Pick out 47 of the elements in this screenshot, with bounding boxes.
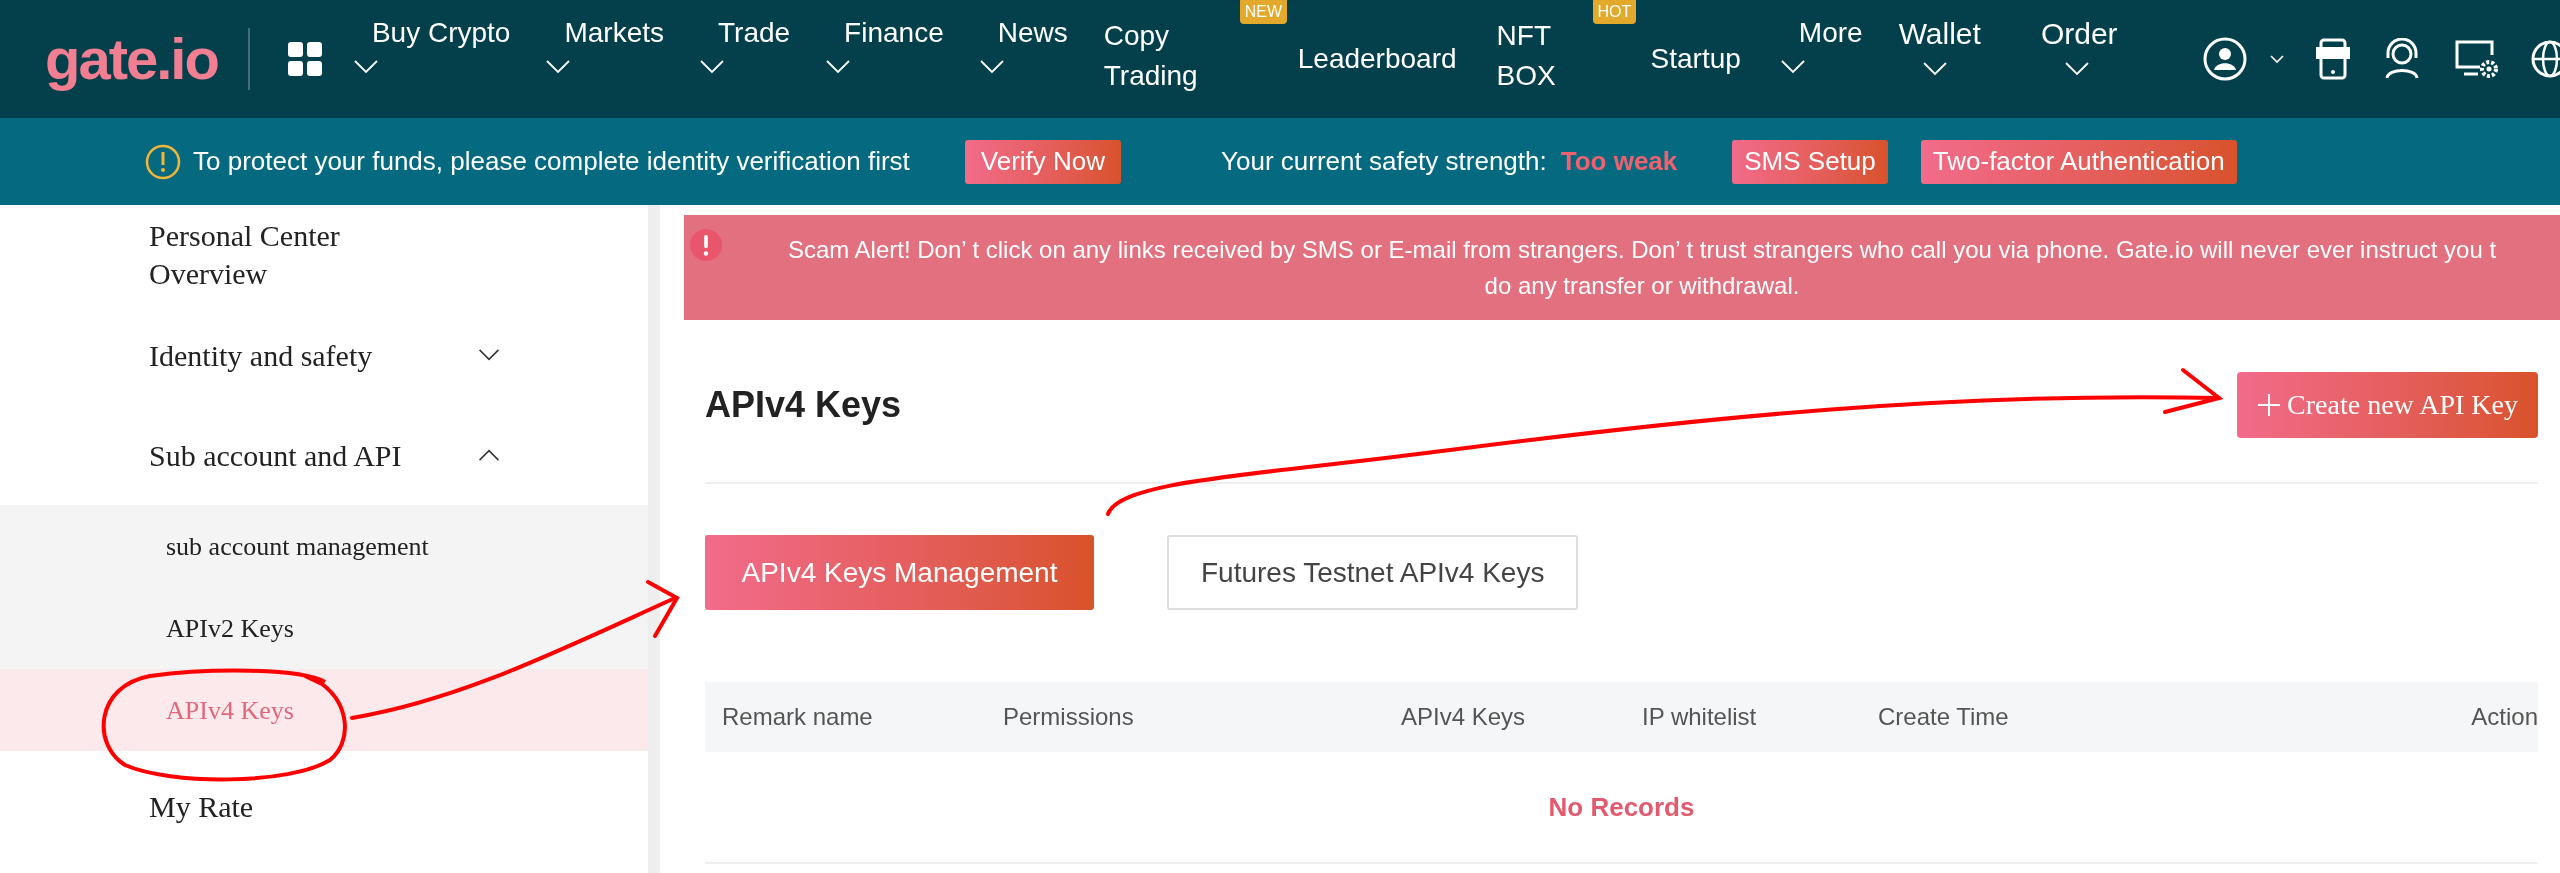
nav-link[interactable]: News: [997, 18, 1068, 48]
empty-state-text: No Records: [1548, 790, 1695, 824]
tab[interactable]: Futures Testnet APIv4 Keys: [1167, 535, 1579, 610]
nav-link[interactable]: Markets: [564, 18, 664, 48]
nav-link[interactable]: Startup: [1650, 38, 1741, 80]
column-header: APIv4 Keys: [1401, 702, 1527, 732]
column-header: Action: [2471, 702, 2538, 732]
sidebar-item[interactable]: Personal Center Overview: [0, 205, 420, 305]
nav-link[interactable]: More: [1798, 18, 1863, 48]
sidebar-group[interactable]: Sub account and API: [0, 405, 500, 505]
sidebar-subitem[interactable]: sub account management: [0, 505, 648, 587]
page-title: APIv4 Keys: [705, 383, 902, 427]
nav-badge: NEW: [1239, 0, 1288, 24]
globe-icon[interactable]: [2530, 39, 2560, 79]
setup-button[interactable]: Two-factor Authentication: [1920, 139, 2237, 184]
phone-app-icon[interactable]: [2316, 38, 2350, 80]
verify-now-button[interactable]: Verify Now: [964, 139, 1122, 184]
column-header: Create Time: [1878, 702, 2010, 732]
scam-alert-text: Scam Alert! Don’ t click on any links received by SMS or E-mail from strangers. Don’ t trust strangers who call you via phone. Gate.io will never ever instruct you t: [787, 234, 2497, 265]
scam-alert-text: do any transfer or withdrawal.: [1484, 270, 1800, 301]
nav-link[interactable]: NFT BOX: [1496, 16, 1557, 96]
nav-link[interactable]: Wallet: [1898, 18, 1981, 50]
sidebar-item[interactable]: My Rate: [0, 756, 648, 856]
nav-link[interactable]: Finance: [844, 18, 944, 48]
nav-link[interactable]: Trade: [718, 18, 791, 48]
safety-strength-value: Too weak: [1560, 145, 1678, 178]
column-header: Remark name: [722, 702, 874, 732]
alert-icon: [690, 229, 722, 261]
sidebar-subitem[interactable]: APIv2 Keys: [0, 587, 648, 669]
create-api-key-button[interactable]: Create new API Key: [2237, 372, 2538, 438]
nav-link[interactable]: Buy Crypto: [371, 18, 511, 48]
column-header: IP whitelist: [1642, 702, 1758, 732]
column-header: Permissions: [1003, 702, 1135, 732]
caret-icon[interactable]: [2270, 54, 2284, 64]
user-avatar-icon[interactable]: [2202, 36, 2248, 82]
sidebar-group[interactable]: Identity and safety: [0, 305, 500, 405]
nav-link[interactable]: Copy Trading: [1103, 16, 1204, 96]
nav-link[interactable]: Order: [2040, 18, 2118, 50]
nav-link[interactable]: Leaderboard: [1297, 38, 1457, 80]
safety-strength-label: Your current safety strength:: [1221, 145, 1547, 178]
plus-icon: [2257, 393, 2282, 417]
monitor-settings-icon[interactable]: [2454, 39, 2498, 79]
warning-icon: [145, 143, 181, 180]
verification-notice: To protect your funds, please complete identity verification first: [193, 145, 910, 178]
setup-button[interactable]: SMS Setup: [1732, 139, 1888, 184]
nav-badge: HOT: [1592, 0, 1637, 24]
app-grid-icon[interactable]: [287, 42, 322, 76]
